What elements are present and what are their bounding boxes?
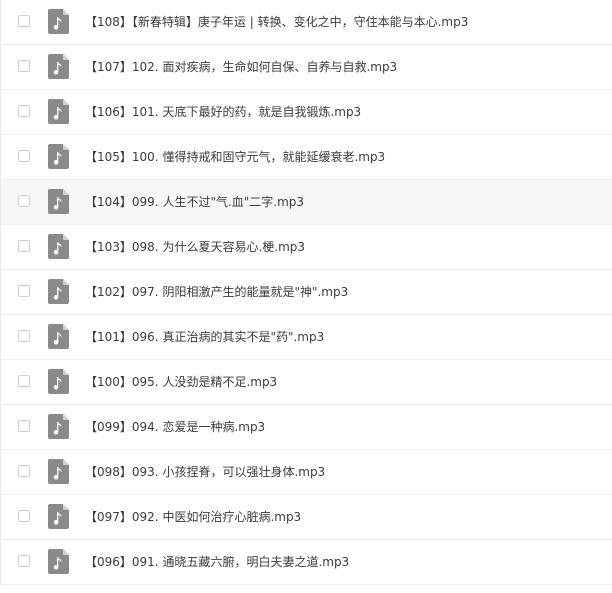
file-row[interactable]: 【098】093. 小孩捏脊，可以强壮身体.mp3 — [1, 450, 612, 495]
file-checkbox[interactable] — [18, 60, 30, 72]
file-checkbox[interactable] — [18, 15, 30, 27]
file-name[interactable]: 【098】093. 小孩捏脊，可以强壮身体.mp3 — [85, 464, 325, 480]
music-note-icon — [48, 414, 69, 439]
file-name[interactable]: 【099】094. 恋爱是一种病.mp3 — [85, 419, 265, 435]
file-name[interactable]: 【102】097. 阴阳相激产生的能量就是"神".mp3 — [85, 284, 348, 300]
music-note-icon — [48, 549, 69, 574]
file-row[interactable]: 【103】098. 为什么夏天容易心.梗.mp3 — [1, 225, 612, 270]
file-row[interactable]: 【108】【新春特辑】庚子年运 | 转换、变化之中，守住本能与本心.mp3 — [1, 0, 612, 45]
music-note-icon — [48, 54, 69, 79]
file-name[interactable]: 【097】092. 中医如何治疗心脏病.mp3 — [85, 509, 301, 525]
music-note-icon — [48, 234, 69, 259]
file-checkbox[interactable] — [18, 195, 30, 207]
file-checkbox[interactable] — [18, 330, 30, 342]
file-checkbox[interactable] — [18, 465, 30, 477]
file-row[interactable]: 【096】091. 通晓五藏六腑，明白夫妻之道.mp3 — [1, 540, 612, 585]
music-note-icon — [48, 99, 69, 124]
file-name[interactable]: 【106】101. 天底下最好的药，就是自我锻炼.mp3 — [85, 104, 361, 120]
file-checkbox[interactable] — [18, 285, 30, 297]
file-row[interactable]: 【106】101. 天底下最好的药，就是自我锻炼.mp3 — [1, 90, 612, 135]
file-checkbox[interactable] — [18, 375, 30, 387]
file-row[interactable]: 【102】097. 阴阳相激产生的能量就是"神".mp3 — [1, 270, 612, 315]
file-checkbox[interactable] — [18, 105, 30, 117]
music-note-icon — [48, 504, 69, 529]
file-name[interactable]: 【108】【新春特辑】庚子年运 | 转换、变化之中，守住本能与本心.mp3 — [85, 14, 468, 30]
file-row[interactable]: 【104】099. 人生不过"气.血"二字.mp3 — [1, 180, 612, 225]
file-row[interactable]: 【105】100. 懂得持戒和固守元气，就能延缓衰老.mp3 — [1, 135, 612, 180]
file-row[interactable]: 【097】092. 中医如何治疗心脏病.mp3 — [1, 495, 612, 540]
music-note-icon — [48, 369, 69, 394]
file-name[interactable]: 【100】095. 人没劲是精不足.mp3 — [85, 374, 277, 390]
music-note-icon — [48, 279, 69, 304]
file-checkbox[interactable] — [18, 150, 30, 162]
file-checkbox[interactable] — [18, 555, 30, 567]
music-note-icon — [48, 459, 69, 484]
file-name[interactable]: 【107】102. 面对疾病，生命如何自保、自养与自救.mp3 — [85, 59, 397, 75]
file-name[interactable]: 【105】100. 懂得持戒和固守元气，就能延缓衰老.mp3 — [85, 149, 385, 165]
music-note-icon — [48, 324, 69, 349]
file-checkbox[interactable] — [18, 240, 30, 252]
file-name[interactable]: 【101】096. 真正治病的其实不是"药".mp3 — [85, 329, 324, 345]
file-name[interactable]: 【104】099. 人生不过"气.血"二字.mp3 — [85, 194, 304, 210]
file-row[interactable]: 【101】096. 真正治病的其实不是"药".mp3 — [1, 315, 612, 360]
file-list: 【108】【新春特辑】庚子年运 | 转换、变化之中，守住本能与本心.mp3 【10… — [0, 0, 612, 585]
file-row[interactable]: 【100】095. 人没劲是精不足.mp3 — [1, 360, 612, 405]
music-note-icon — [48, 189, 69, 214]
music-note-icon — [48, 144, 69, 169]
file-name[interactable]: 【103】098. 为什么夏天容易心.梗.mp3 — [85, 239, 305, 255]
music-note-icon — [48, 9, 69, 34]
file-checkbox[interactable] — [18, 420, 30, 432]
file-name[interactable]: 【096】091. 通晓五藏六腑，明白夫妻之道.mp3 — [85, 554, 349, 570]
file-row[interactable]: 【107】102. 面对疾病，生命如何自保、自养与自救.mp3 — [1, 45, 612, 90]
file-checkbox[interactable] — [18, 510, 30, 522]
file-row[interactable]: 【099】094. 恋爱是一种病.mp3 — [1, 405, 612, 450]
